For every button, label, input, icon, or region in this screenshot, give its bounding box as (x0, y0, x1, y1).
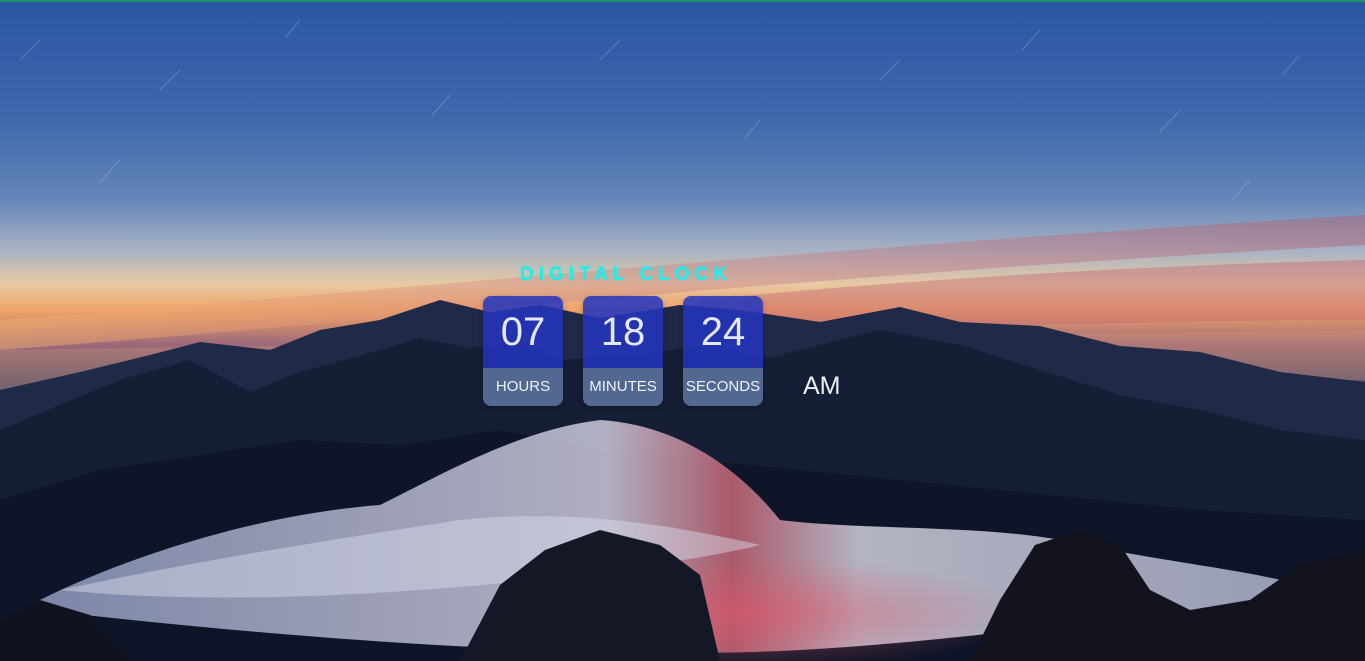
clock-title: DIGITAL CLOCK (520, 264, 733, 285)
seconds-value: 24 (683, 296, 763, 368)
am-pm-indicator: AM (803, 372, 841, 400)
clock-page: DIGITAL CLOCK 07 HOURS 18 MINUTES 24 SEC… (0, 0, 1365, 661)
hours-box: 07 HOURS (483, 296, 563, 406)
hours-value: 07 (483, 296, 563, 368)
seconds-label: SECONDS (683, 368, 763, 406)
hours-label: HOURS (483, 368, 563, 406)
seconds-box: 24 SECONDS (683, 296, 763, 406)
top-border (0, 0, 1365, 2)
minutes-box: 18 MINUTES (583, 296, 663, 406)
minutes-value: 18 (583, 296, 663, 368)
minutes-label: MINUTES (583, 368, 663, 406)
